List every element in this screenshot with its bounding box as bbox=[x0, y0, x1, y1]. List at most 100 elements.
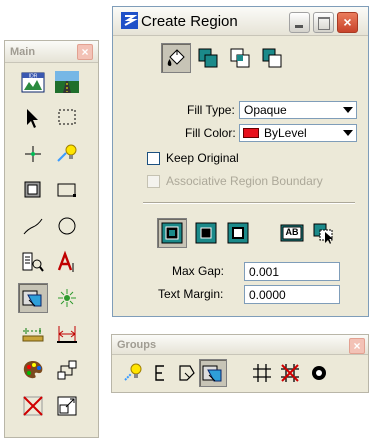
text-pick-button[interactable] bbox=[309, 218, 339, 248]
create-region-icon bbox=[20, 285, 46, 311]
fence-tool[interactable] bbox=[52, 103, 82, 133]
text-flood-mid-button[interactable] bbox=[191, 218, 221, 248]
create-complex-chain-tool[interactable] bbox=[146, 359, 174, 387]
select-element-tool[interactable] bbox=[18, 103, 48, 133]
text-tag-icon bbox=[20, 249, 46, 275]
measure-bulb-icon bbox=[54, 141, 80, 167]
fill-color-dropdown[interactable]: ByLevel bbox=[239, 124, 357, 142]
change-attributes-tool[interactable] bbox=[18, 355, 48, 385]
associative-region-label: Associative Region Boundary bbox=[166, 174, 323, 188]
text-region-label: AB bbox=[285, 227, 299, 237]
road-fence-icon bbox=[54, 69, 80, 95]
groups-palette-titlebar[interactable]: Groups × bbox=[112, 335, 368, 355]
keep-original-label: Keep Original bbox=[166, 151, 239, 165]
complex-chain-icon bbox=[147, 360, 173, 386]
text-flood-outer-button[interactable] bbox=[157, 218, 187, 248]
close-button[interactable]: × bbox=[337, 12, 358, 33]
mode-union-button[interactable] bbox=[193, 43, 223, 73]
delete-pattern-tool[interactable] bbox=[276, 359, 304, 387]
fill-area-icon bbox=[20, 177, 46, 203]
flood-inner-icon bbox=[225, 220, 251, 246]
hatch-icon bbox=[249, 360, 275, 386]
dimension-tool[interactable] bbox=[18, 319, 48, 349]
element-selection-sheet-icon bbox=[20, 69, 46, 95]
dimension-span-tool[interactable] bbox=[52, 319, 82, 349]
fill-color-label: Fill Color: bbox=[185, 126, 236, 140]
main-palette-title: Main bbox=[10, 46, 36, 58]
associative-region-checkbox[interactable] bbox=[147, 175, 160, 188]
measure-bulb-icon bbox=[121, 360, 147, 386]
fill-type-dropdown[interactable]: Opaque bbox=[239, 101, 357, 119]
place-text-tool[interactable] bbox=[52, 247, 82, 277]
flood-mid-icon bbox=[193, 220, 219, 246]
snap-tool[interactable] bbox=[52, 283, 82, 313]
delete-element-tool[interactable] bbox=[18, 391, 48, 421]
delete-hatch-icon bbox=[277, 360, 303, 386]
region-mode-toolbar bbox=[161, 43, 287, 73]
union-icon bbox=[195, 45, 221, 71]
dialog-title: Create Region bbox=[141, 13, 238, 30]
groups-palette: Groups × bbox=[111, 334, 369, 393]
app-logo-icon bbox=[121, 12, 138, 29]
dialog-titlebar[interactable]: Create Region × bbox=[113, 7, 368, 36]
place-arc-tool[interactable] bbox=[18, 211, 48, 241]
group-measure-tool[interactable] bbox=[120, 359, 148, 387]
dashed-select-box-icon bbox=[54, 105, 80, 131]
place-point-tool[interactable] bbox=[18, 139, 48, 169]
groups-palette-title: Groups bbox=[117, 339, 157, 351]
measure-tool[interactable] bbox=[52, 139, 82, 169]
group-holes-tool[interactable] bbox=[305, 359, 333, 387]
divider bbox=[143, 202, 355, 204]
target-snap-icon bbox=[54, 285, 80, 311]
place-block-tool[interactable] bbox=[52, 175, 82, 205]
minimize-button[interactable] bbox=[289, 12, 310, 33]
create-region-tool[interactable] bbox=[18, 283, 48, 313]
groups-palette-close-button[interactable]: × bbox=[349, 338, 365, 354]
main-palette-close-button[interactable]: × bbox=[77, 44, 93, 60]
mode-flood-button[interactable] bbox=[161, 43, 191, 73]
arc-icon bbox=[20, 213, 46, 239]
select-arrow-icon bbox=[20, 105, 46, 131]
hierarchy-tool[interactable] bbox=[52, 355, 82, 385]
create-complex-shape-tool[interactable] bbox=[172, 359, 200, 387]
text-margin-label: Text Margin: bbox=[158, 287, 224, 301]
delete-element-icon bbox=[20, 393, 46, 419]
fill-color-value: ByLevel bbox=[264, 126, 307, 140]
road-fence-tool[interactable] bbox=[52, 67, 82, 97]
hatch-area-tool[interactable] bbox=[248, 359, 276, 387]
dimension-span-icon bbox=[54, 321, 80, 347]
max-gap-label: Max Gap: bbox=[172, 264, 225, 278]
dimension-icon bbox=[20, 321, 46, 347]
rectangle-icon bbox=[54, 177, 80, 203]
text-tag-tool[interactable] bbox=[18, 247, 48, 277]
flood-outer-icon bbox=[159, 220, 185, 246]
complex-shape-icon bbox=[173, 360, 199, 386]
difference-icon bbox=[259, 45, 285, 71]
fill-type-value: Opaque bbox=[244, 103, 287, 117]
mode-intersection-button[interactable] bbox=[225, 43, 255, 73]
color-swatch bbox=[243, 128, 259, 138]
place-point-icon bbox=[20, 141, 46, 167]
hierarchy-icon bbox=[54, 357, 80, 383]
ring-icon bbox=[306, 360, 332, 386]
max-gap-input[interactable] bbox=[244, 262, 340, 281]
text-region-button[interactable]: AB bbox=[277, 218, 307, 248]
palette-icon bbox=[20, 357, 46, 383]
mode-difference-button[interactable] bbox=[257, 43, 287, 73]
group-create-region-tool[interactable] bbox=[199, 359, 227, 387]
circle-icon bbox=[54, 213, 80, 239]
main-palette-titlebar[interactable]: Main × bbox=[5, 41, 98, 63]
text-flood-inner-button[interactable] bbox=[223, 218, 253, 248]
place-circle-tool[interactable] bbox=[52, 211, 82, 241]
chevron-down-icon bbox=[343, 107, 353, 113]
intersection-icon bbox=[227, 45, 253, 71]
fill-type-label: Fill Type: bbox=[187, 103, 235, 117]
text-margin-input[interactable] bbox=[244, 285, 340, 304]
paint-bucket-icon bbox=[163, 45, 189, 71]
element-selection-sheet-tool[interactable] bbox=[18, 67, 48, 97]
fill-area-tool[interactable] bbox=[18, 175, 48, 205]
maximize-button[interactable] bbox=[313, 12, 334, 33]
scale-element-tool[interactable] bbox=[52, 391, 82, 421]
text-pick-icon bbox=[311, 220, 337, 246]
keep-original-checkbox[interactable] bbox=[147, 152, 160, 165]
